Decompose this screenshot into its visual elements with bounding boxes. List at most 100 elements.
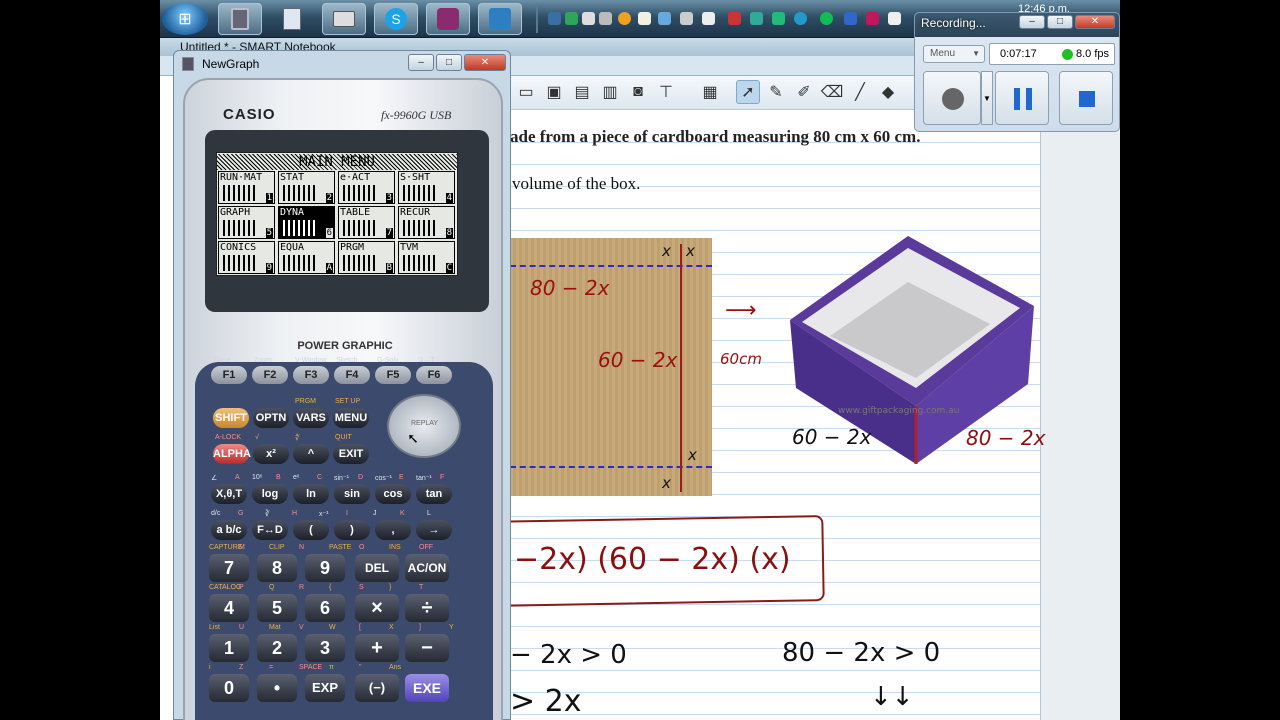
notebook-side-panel[interactable]: [1040, 110, 1120, 720]
table-icon[interactable]: ▦: [698, 80, 722, 104]
screen-shade-icon[interactable]: ▭: [514, 80, 538, 104]
tray-app3-icon[interactable]: [599, 12, 612, 25]
menu-item[interactable]: TVM C: [398, 241, 455, 274]
printer-taskbar-button[interactable]: [322, 3, 366, 35]
function-key[interactable]: (: [293, 520, 329, 540]
function-key[interactable]: tan: [416, 484, 452, 504]
menu-item[interactable]: DYNA 6: [278, 206, 335, 239]
tray-app15-icon[interactable]: [866, 12, 879, 25]
function-key[interactable]: a b/c: [211, 520, 247, 540]
menu-item[interactable]: RUN·MAT 1: [218, 171, 275, 204]
function-key[interactable]: F↔D: [252, 520, 288, 540]
function-key[interactable]: X,θ,T: [211, 484, 247, 504]
menu-item[interactable]: CONICS 9: [218, 241, 275, 274]
menu-item[interactable]: GRAPH 5: [218, 206, 275, 239]
fullscreen-icon[interactable]: ▣: [542, 80, 566, 104]
row1-key[interactable]: VARS: [293, 408, 329, 428]
rec-pause-button[interactable]: [995, 71, 1049, 125]
fkey-button[interactable]: F2: [252, 366, 288, 384]
tray-app7-icon[interactable]: [680, 12, 693, 25]
calculator-taskbar-button[interactable]: [218, 3, 262, 35]
function-key[interactable]: ): [334, 520, 370, 540]
tray-app14-icon[interactable]: [844, 12, 857, 25]
digit-key[interactable]: 5: [257, 594, 297, 622]
skype-taskbar-button[interactable]: S: [374, 3, 418, 35]
digit-key[interactable]: •: [257, 674, 297, 702]
replay-dpad[interactable]: REPLAY ➚: [387, 394, 461, 458]
fkey-button[interactable]: F6: [416, 366, 452, 384]
document-camera-icon[interactable]: ⊤: [654, 80, 678, 104]
function-key[interactable]: ln: [293, 484, 329, 504]
tray-app13-icon[interactable]: [820, 12, 833, 25]
tray-app9-icon[interactable]: [728, 12, 741, 25]
rec-menu-dropdown[interactable]: Menu ▼: [923, 45, 985, 63]
transparent-bg-icon[interactable]: ▤: [570, 80, 594, 104]
menu-item[interactable]: EQUA A: [278, 241, 335, 274]
row2-key[interactable]: ALPHA: [213, 444, 251, 464]
menu-item[interactable]: STAT 2: [278, 171, 335, 204]
digit-key[interactable]: EXP: [305, 674, 345, 702]
tray-app2-icon[interactable]: [582, 12, 595, 25]
select-tool-icon[interactable]: ➚: [736, 80, 760, 104]
calc-app-taskbar-button[interactable]: [270, 3, 314, 35]
tray-network-icon[interactable]: [548, 12, 561, 25]
digit-key[interactable]: 4: [209, 594, 249, 622]
tray-app1-icon[interactable]: [565, 12, 578, 25]
digit-key[interactable]: ×: [355, 594, 399, 622]
function-key[interactable]: ,: [375, 520, 411, 540]
rec-minimize-button[interactable]: –: [1019, 15, 1045, 29]
digit-key[interactable]: AC/ON: [405, 554, 449, 582]
menu-item[interactable]: S·SHT 4: [398, 171, 455, 204]
notebook-taskbar-button[interactable]: [478, 3, 522, 35]
rec-options-button[interactable]: ▼: [981, 71, 993, 125]
tray-app12-icon[interactable]: [794, 12, 807, 25]
rec-close-button[interactable]: ✕: [1075, 15, 1115, 29]
tray-app11-icon[interactable]: [772, 12, 785, 25]
function-key[interactable]: sin: [334, 484, 370, 504]
calc-close-button[interactable]: ✕: [464, 54, 506, 71]
digit-key[interactable]: 7: [209, 554, 249, 582]
rec-record-button[interactable]: [923, 71, 981, 125]
row2-key[interactable]: x²: [253, 444, 289, 464]
digit-key[interactable]: 8: [257, 554, 297, 582]
menu-item[interactable]: RECUR 8: [398, 206, 455, 239]
shapes-tool-icon[interactable]: ◆: [876, 80, 900, 104]
eraser-icon[interactable]: ⌫: [820, 80, 844, 104]
pen-tool-icon[interactable]: ✎: [764, 80, 788, 104]
tray-app4-icon[interactable]: [618, 12, 631, 25]
calc-minimize-button[interactable]: –: [408, 54, 434, 71]
fkey-button[interactable]: F5: [375, 366, 411, 384]
digit-key[interactable]: 6: [305, 594, 345, 622]
menu-item[interactable]: e·ACT 3: [338, 171, 395, 204]
tray-app6-icon[interactable]: [658, 12, 671, 25]
function-key[interactable]: cos: [375, 484, 411, 504]
rec-stop-button[interactable]: [1059, 71, 1113, 125]
row1-key[interactable]: MENU: [333, 408, 369, 428]
function-key[interactable]: →: [416, 520, 452, 540]
fkey-button[interactable]: F1: [211, 366, 247, 384]
digit-key[interactable]: DEL: [355, 554, 399, 582]
creative-pen-icon[interactable]: ✐: [792, 80, 816, 104]
fkey-button[interactable]: F3: [293, 366, 329, 384]
calc-maximize-button[interactable]: □: [436, 54, 462, 71]
digit-key[interactable]: 3: [305, 634, 345, 662]
digit-key[interactable]: +: [355, 634, 399, 662]
dual-page-icon[interactable]: ▥: [598, 80, 622, 104]
tray-app5-icon[interactable]: [638, 12, 651, 25]
digit-key[interactable]: 0: [209, 674, 249, 702]
rec-maximize-button[interactable]: □: [1047, 15, 1073, 29]
row1-key[interactable]: OPTN: [253, 408, 289, 428]
row1-key[interactable]: SHIFT: [213, 408, 249, 428]
digit-key[interactable]: EXE: [405, 674, 449, 702]
digit-key[interactable]: 1: [209, 634, 249, 662]
digit-key[interactable]: 9: [305, 554, 345, 582]
digit-key[interactable]: −: [405, 634, 449, 662]
row2-key[interactable]: ^: [293, 444, 329, 464]
menu-item[interactable]: TABLE 7: [338, 206, 395, 239]
digit-key[interactable]: (−): [355, 674, 399, 702]
tray-app10-icon[interactable]: [750, 12, 763, 25]
menu-item[interactable]: PRGM B: [338, 241, 395, 274]
start-button[interactable]: ⊞: [162, 3, 208, 35]
digit-key[interactable]: 2: [257, 634, 297, 662]
tray-app8-icon[interactable]: [702, 12, 715, 25]
